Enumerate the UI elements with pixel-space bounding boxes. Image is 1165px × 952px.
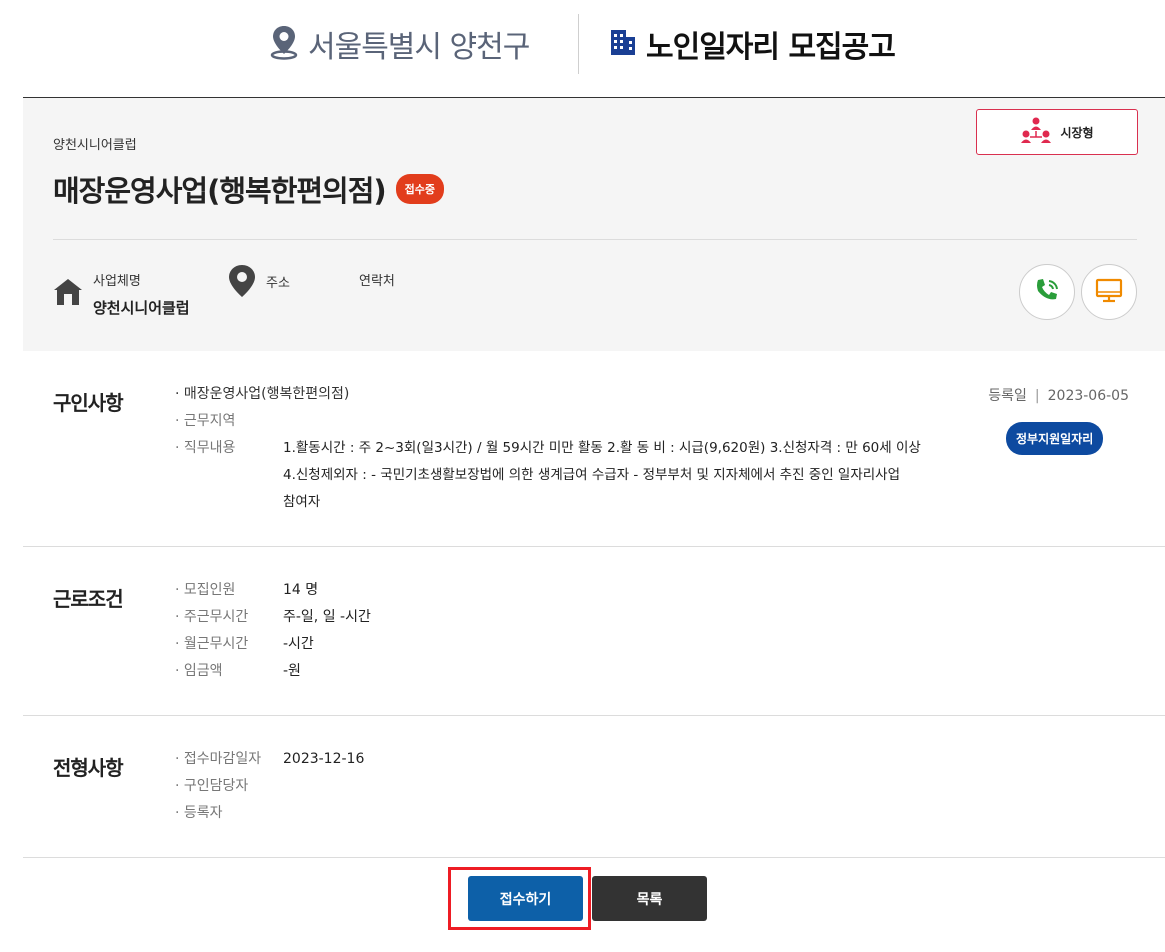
page-title: 노인일자리 모집공고 [646, 30, 896, 65]
phone-icon [1032, 275, 1062, 309]
status-badge: 접수중 [395, 174, 445, 204]
screening-label: · 구인담당자 [175, 778, 249, 794]
region-heading: 서울특별시 양천구 [268, 24, 530, 65]
address-label: 주소 [266, 276, 290, 291]
address-info: 주소 [226, 264, 290, 302]
list-button[interactable]: 목록 [592, 876, 707, 921]
website-button[interactable] [1081, 264, 1137, 320]
conditions-section: 근로조건 · 모집인원 14 명 · 주근무시간 주-일, 일 -시간 · 월근… [23, 547, 1165, 716]
job-title: 매장운영사업(행복한편의점) [53, 174, 387, 208]
call-button[interactable] [1019, 264, 1075, 320]
condition-label: · 임금액 [175, 663, 223, 679]
area-label: · 근무지역 [175, 413, 236, 429]
condition-row: · 모집인원 14 명 [175, 577, 318, 604]
duty-line-3: 참여자 [283, 494, 321, 510]
condition-label: · 월근무시간 [175, 636, 249, 652]
screening-label: · 접수마감일자 [175, 751, 262, 767]
job-title-row: 매장운영사업(행복한편의점) 접수중 [53, 168, 445, 210]
business-label: 사업체명 [93, 274, 141, 289]
screening-label: · 등록자 [175, 805, 223, 821]
recruit-item-name-row: · 매장운영사업(행복한편의점) [175, 381, 349, 408]
org-name-small: 양천시니어클럽 [53, 138, 137, 153]
people-network-icon [1020, 116, 1052, 149]
apply-button[interactable]: 접수하기 [468, 876, 583, 921]
reg-date-value: 2023-06-05 [1047, 388, 1129, 404]
condition-value: 14 명 [283, 582, 319, 598]
screening-row: · 구인담당자 [175, 773, 283, 800]
business-info: 사업체명 양천시니어클럽 [53, 270, 190, 318]
condition-row: · 주근무시간 주-일, 일 -시간 [175, 604, 371, 631]
condition-value: -시간 [283, 636, 314, 652]
building-icon [608, 27, 638, 61]
region-name: 서울특별시 양천구 [308, 30, 530, 65]
gov-support-badge: 정부지원일자리 [1006, 422, 1104, 455]
job-type-button[interactable]: 시장형 [976, 109, 1138, 155]
condition-value: -원 [283, 663, 301, 679]
screening-section: 전형사항 · 접수마감일자 2023-12-16 · 구인담당자 · 등록자 [23, 716, 1165, 858]
conditions-title: 근로조건 [53, 587, 124, 611]
condition-row: · 월근무시간 -시간 [175, 631, 314, 658]
job-type-label: 시장형 [1060, 125, 1094, 140]
registration-date: 등록일 | 2023-06-05 [988, 385, 1129, 405]
map-pin-icon [226, 264, 258, 302]
recruit-section: 구인사항 · 매장운영사업(행복한편의점) · 근무지역 · 직무내용 1.활동… [23, 351, 1165, 547]
recruit-item-name: · 매장운영사업(행복한편의점) [175, 386, 350, 402]
condition-row: · 임금액 -원 [175, 658, 301, 685]
job-summary-panel: 양천시니어클럽 매장운영사업(행복한편의점) 접수중 시장형 사업체명 양천시니… [23, 97, 1165, 351]
recruit-area-row: · 근무지역 [175, 408, 283, 435]
location-pin-icon [268, 24, 300, 64]
contact-label: 연락처 [359, 274, 395, 289]
monitor-icon [1094, 275, 1124, 309]
header-divider [578, 14, 579, 74]
screening-row: · 접수마감일자 2023-12-16 [175, 746, 364, 773]
condition-label: · 모집인원 [175, 582, 236, 598]
reg-label: 등록일 [988, 388, 1027, 404]
screening-title: 전형사항 [53, 756, 124, 780]
recruit-duty-row: · 직무내용 1.활동시간 : 주 2~3회(일3시간) / 월 59시간 미만… [175, 435, 983, 516]
reg-separator: | [1034, 388, 1040, 404]
duty-line-2: 4.신청제외자 : - 국민기초생활보장법에 의한 생계급여 수급자 - 정부부… [283, 467, 901, 483]
screening-row: · 등록자 [175, 800, 283, 827]
page-header: 서울특별시 양천구 노인일자리 모집공고 [0, 0, 1165, 98]
screening-value: 2023-12-16 [283, 751, 365, 767]
recruit-title: 구인사항 [53, 391, 124, 415]
condition-value: 주-일, 일 -시간 [283, 609, 371, 625]
summary-divider [53, 239, 1137, 240]
duty-label: · 직무내용 [175, 440, 236, 456]
condition-label: · 주근무시간 [175, 609, 249, 625]
page-title-wrap: 노인일자리 모집공고 [608, 24, 896, 65]
home-icon [53, 277, 83, 311]
duty-line-1: 1.활동시간 : 주 2~3회(일3시간) / 월 59시간 미만 활동 2.활… [283, 440, 921, 456]
contact-info: 연락처 [359, 270, 395, 297]
business-value: 양천시니어클럽 [93, 299, 190, 317]
